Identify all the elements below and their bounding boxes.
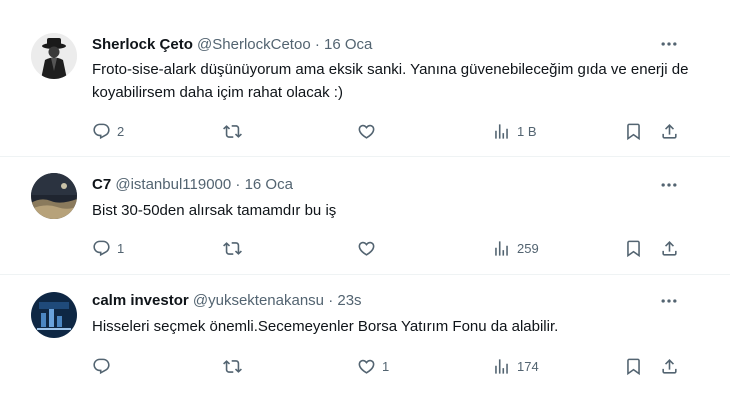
like-count: 1 [382, 358, 390, 374]
timestamp[interactable]: 16 Oca [245, 176, 293, 193]
views-icon [492, 122, 511, 141]
handle[interactable]: @SherlockCetoo [197, 36, 311, 53]
views-button[interactable]: 174 [492, 356, 539, 376]
retweet-button[interactable] [223, 121, 248, 141]
avatar[interactable] [31, 33, 77, 79]
display-name[interactable]: C7 [92, 176, 111, 193]
like-icon [357, 357, 376, 376]
reply-button[interactable]: 2 [92, 121, 124, 141]
like-button[interactable] [357, 238, 382, 258]
share-icon [660, 357, 679, 376]
reply-button[interactable]: 1 [92, 238, 124, 258]
bookmark-icon [624, 239, 643, 258]
timestamp[interactable]: 16 Oca [324, 36, 372, 53]
retweet-icon [223, 239, 242, 258]
tweet[interactable]: C7 @istanbul119000 · 16 Oca Bist 30-50de… [0, 157, 730, 274]
tweet-text: Bist 30-50den alırsak tamamdır bu iş [92, 202, 337, 219]
views-count: 1 B [517, 123, 537, 139]
separator: · [328, 292, 334, 309]
tweet-header: calm investor @yuksektenakansu · 23s [92, 291, 362, 311]
like-icon [357, 239, 376, 258]
display-name[interactable]: Sherlock Çeto [92, 36, 193, 53]
avatar[interactable] [31, 173, 77, 219]
views-count: 259 [517, 240, 539, 256]
reply-icon [92, 357, 111, 376]
share-button[interactable] [660, 356, 679, 376]
tweet-header: Sherlock Çeto @SherlockCetoo · 16 Oca [92, 35, 372, 55]
tweet-text: Froto-sise-alark düşünüyorum ama eksik s… [92, 61, 689, 101]
bookmark-button[interactable] [624, 121, 643, 141]
reply-icon [92, 122, 111, 141]
separator: · [314, 36, 320, 53]
views-button[interactable]: 1 B [492, 121, 537, 141]
like-button[interactable] [357, 121, 382, 141]
tweet-header: C7 @istanbul119000 · 16 Oca [92, 175, 293, 195]
more-icon[interactable] [658, 291, 680, 311]
views-icon [492, 357, 511, 376]
handle[interactable]: @istanbul119000 [115, 176, 231, 193]
tweet-text: Hisseleri seçmek önemli.Secemeyenler Bor… [92, 318, 559, 335]
bookmark-button[interactable] [624, 238, 643, 258]
like-button[interactable]: 1 [357, 356, 389, 376]
tweet[interactable]: calm investor @yuksektenakansu · 23s His… [0, 275, 730, 405]
share-icon [660, 122, 679, 141]
reply-count: 1 [117, 240, 125, 256]
share-icon [660, 239, 679, 258]
tweet[interactable]: Sherlock Çeto @SherlockCetoo · 16 Oca Fr… [0, 0, 730, 156]
views-button[interactable]: 259 [492, 238, 539, 258]
handle[interactable]: @yuksektenakansu [193, 292, 324, 309]
retweet-icon [223, 357, 242, 376]
display-name[interactable]: calm investor [92, 292, 189, 309]
bookmark-icon [624, 357, 643, 376]
share-button[interactable] [660, 238, 679, 258]
views-icon [492, 239, 511, 258]
avatar[interactable] [31, 292, 77, 338]
retweet-button[interactable] [223, 238, 248, 258]
timestamp[interactable]: 23s [337, 292, 361, 309]
reply-count: 2 [117, 123, 125, 139]
reply-button[interactable] [92, 356, 117, 376]
separator: · [235, 176, 241, 193]
retweet-button[interactable] [223, 356, 248, 376]
avatar-landscape-icon [31, 173, 77, 219]
bookmark-icon [624, 122, 643, 141]
avatar-silhouette-hat-icon [31, 33, 77, 79]
share-button[interactable] [660, 121, 679, 141]
like-icon [357, 122, 376, 141]
views-count: 174 [517, 358, 539, 374]
retweet-icon [223, 122, 242, 141]
avatar-investor-logo-icon [31, 292, 77, 338]
reply-icon [92, 239, 111, 258]
more-icon[interactable] [658, 175, 680, 195]
more-icon[interactable] [658, 34, 680, 54]
bookmark-button[interactable] [624, 356, 643, 376]
